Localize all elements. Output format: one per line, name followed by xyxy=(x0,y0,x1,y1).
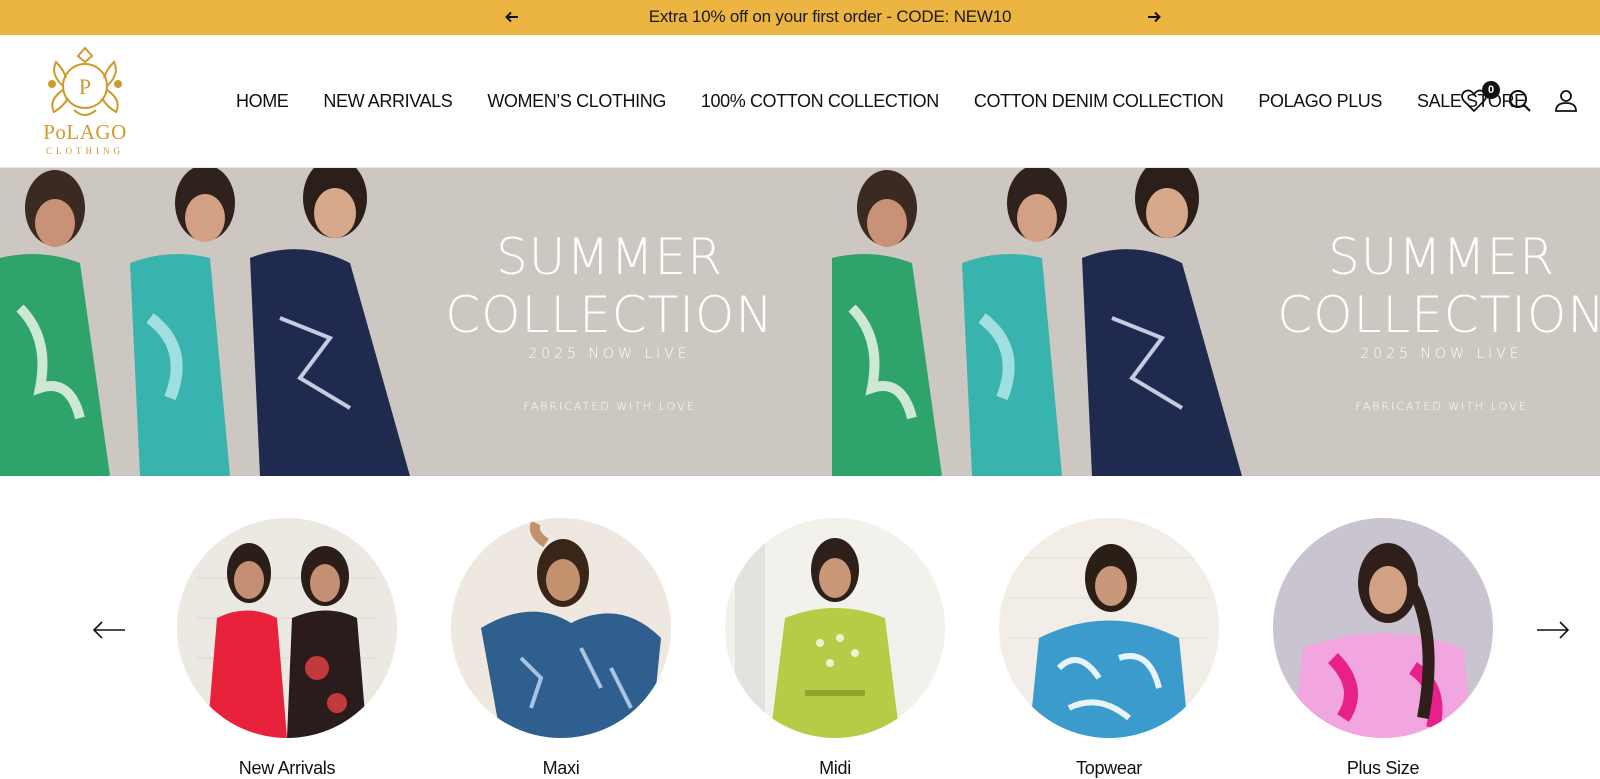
category-image xyxy=(999,518,1219,738)
hero-models-image xyxy=(832,168,1257,476)
carousel-prev-arrow-icon[interactable] xyxy=(92,620,126,640)
announcement-bar: Extra 10% off on your first order - CODE… xyxy=(0,0,1600,35)
hero-slide: SUMMER COLLECTION 2025 NOW LIVE FABRICAT… xyxy=(832,168,1600,476)
nav-item-home[interactable]: HOME xyxy=(236,91,289,112)
category-midi[interactable]: Midi xyxy=(725,518,945,779)
hero-title-line1: SUMMER xyxy=(1328,228,1555,286)
nav-item-cotton-denim-collection[interactable]: COTTON DENIM COLLECTION xyxy=(974,91,1224,112)
category-image xyxy=(1273,518,1493,738)
hero-title-line2: COLLECTION xyxy=(1277,286,1600,344)
category-label: Topwear xyxy=(1076,758,1142,778)
account-icon[interactable] xyxy=(1552,87,1580,115)
category-topwear[interactable]: Topwear xyxy=(999,518,1219,779)
arrow-right-icon[interactable] xyxy=(1144,8,1164,26)
hero-headline: SUMMER COLLECTION 2025 NOW LIVE FABRICAT… xyxy=(1264,228,1600,413)
nav-item-new-arrivals[interactable]: NEW ARRIVALS xyxy=(323,91,452,112)
wishlist-count-badge: 0 xyxy=(1482,81,1500,99)
brand-monogram: P xyxy=(79,74,91,99)
header-icons xyxy=(1460,87,1580,117)
hero-slide: SUMMER COLLECTION 2025 NOW LIVE FABRICAT… xyxy=(0,168,832,476)
announcement-text[interactable]: Extra 10% off on your first order - CODE… xyxy=(560,0,1100,35)
category-image xyxy=(725,518,945,738)
hero-headline: SUMMER COLLECTION 2025 NOW LIVE FABRICAT… xyxy=(432,228,787,413)
nav-item-womens-clothing[interactable]: WOMEN’S CLOTHING xyxy=(487,91,666,112)
nav-item-cotton-collection[interactable]: 100% COTTON COLLECTION xyxy=(701,91,939,112)
brand-tagline: CLOTHING xyxy=(46,146,124,156)
crest-icon: P xyxy=(48,46,122,116)
category-image xyxy=(177,518,397,738)
main-nav: HOME NEW ARRIVALS WOMEN’S CLOTHING 100% … xyxy=(236,35,1561,168)
hero-tagline: FABRICATED WITH LOVE xyxy=(1355,400,1528,413)
nav-item-polago-plus[interactable]: POLAGO PLUS xyxy=(1258,91,1382,112)
category-label: New Arrivals xyxy=(238,758,336,778)
hero-title-line2: COLLECTION xyxy=(445,286,774,344)
site-header: P PoLAGO CLOTHING HOME NEW ARRIVALS WOME… xyxy=(0,35,1600,168)
hero-tagline: FABRICATED WITH LOVE xyxy=(523,400,696,413)
hero-subtitle: 2025 NOW LIVE xyxy=(1360,346,1523,362)
category-label: Midi xyxy=(819,758,851,778)
category-image xyxy=(451,518,671,738)
category-maxi[interactable]: Maxi xyxy=(451,518,671,779)
hero-models-image xyxy=(0,168,425,476)
search-icon[interactable] xyxy=(1506,87,1534,115)
category-label: Plus Size xyxy=(1346,758,1420,778)
brand-logo[interactable]: P PoLAGO CLOTHING xyxy=(40,44,130,159)
hero-banner[interactable]: SUMMER COLLECTION 2025 NOW LIVE FABRICAT… xyxy=(0,168,1600,476)
carousel-next-arrow-icon[interactable] xyxy=(1536,620,1570,640)
brand-name: PoLAGO xyxy=(43,120,127,144)
hero-title-line1: SUMMER xyxy=(496,228,723,286)
category-new-arrivals[interactable]: New Arrivals xyxy=(177,518,397,779)
hero-subtitle: 2025 NOW LIVE xyxy=(528,346,691,362)
category-plus-size[interactable]: Plus Size xyxy=(1273,518,1493,779)
category-label: Maxi xyxy=(542,758,580,778)
arrow-left-icon[interactable] xyxy=(502,8,522,26)
